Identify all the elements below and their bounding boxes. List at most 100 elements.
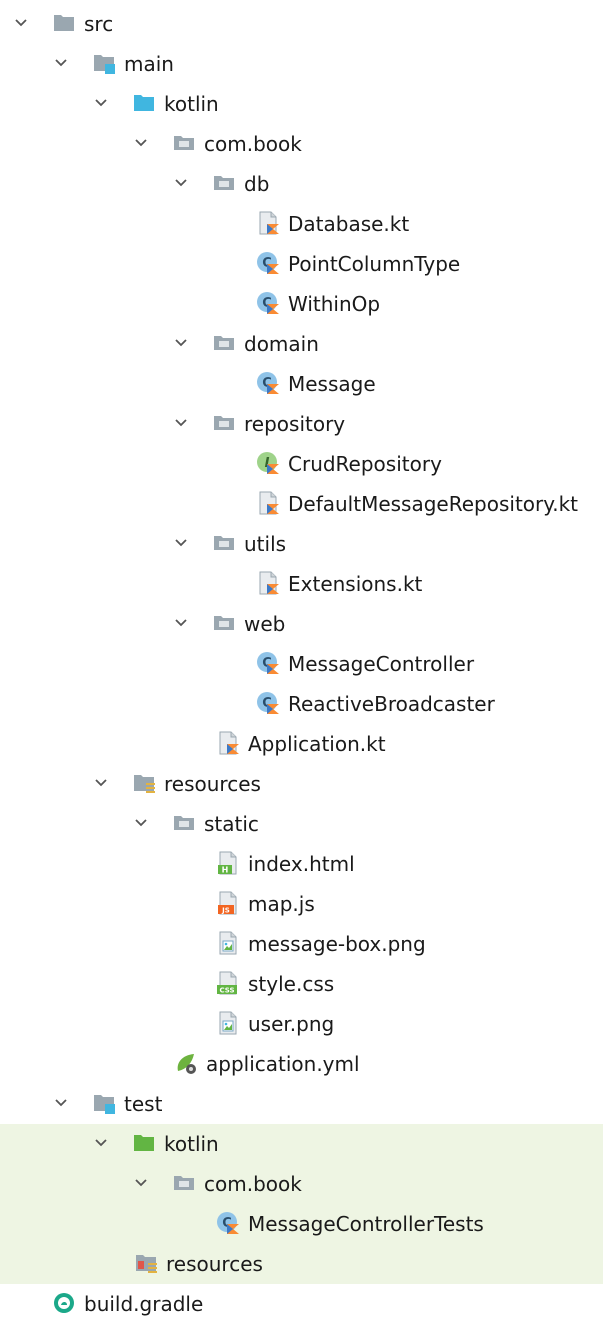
tree-item-label: MessageController	[288, 652, 475, 676]
kotlin-class-icon: C	[256, 651, 280, 675]
tree-item[interactable]: src	[0, 4, 603, 44]
tree-item-label: application.yml	[206, 1052, 360, 1076]
tree-item-label: resources	[166, 1252, 263, 1276]
svg-text:JS: JS	[221, 907, 230, 915]
tree-item-label: src	[84, 12, 114, 36]
tree-item-label: db	[244, 172, 270, 196]
package-icon	[172, 131, 196, 155]
tree-item-label: map.js	[248, 892, 315, 916]
tree-item[interactable]: static	[0, 804, 603, 844]
tree-item-label: utils	[244, 532, 287, 556]
package-icon	[212, 171, 236, 195]
chevron-down-icon[interactable]	[94, 776, 108, 790]
tree-item-label: CrudRepository	[288, 452, 442, 476]
kotlin-class-icon: C	[256, 291, 280, 315]
tree-item[interactable]: application.yml	[0, 1044, 603, 1084]
css-file-icon: CSS	[216, 971, 240, 995]
tree-item-label: main	[124, 52, 174, 76]
chevron-down-icon[interactable]	[14, 16, 28, 30]
tree-item[interactable]: user.png	[0, 1004, 603, 1044]
tree-item-label: com.book	[204, 132, 302, 156]
tree-item[interactable]: C MessageController	[0, 644, 603, 684]
tree-item[interactable]: C ReactiveBroadcaster	[0, 684, 603, 724]
tree-item[interactable]: test	[0, 1084, 603, 1124]
chevron-down-icon[interactable]	[54, 1096, 68, 1110]
chevron-down-icon[interactable]	[174, 616, 188, 630]
chevron-down-icon[interactable]	[94, 1136, 108, 1150]
tree-item-label: static	[204, 812, 259, 836]
tree-item-label: kotlin	[164, 92, 219, 116]
tree-item[interactable]: main	[0, 44, 603, 84]
kotlin-class-icon: C	[256, 371, 280, 395]
tree-item[interactable]: kotlin	[0, 1124, 603, 1164]
tree-item[interactable]: DefaultMessageRepository.kt	[0, 484, 603, 524]
tree-item[interactable]: C MessageControllerTests	[0, 1204, 603, 1244]
chevron-down-icon[interactable]	[174, 416, 188, 430]
chevron-down-icon[interactable]	[134, 136, 148, 150]
tree-item-label: com.book	[204, 1172, 302, 1196]
chevron-down-icon[interactable]	[134, 816, 148, 830]
chevron-down-icon[interactable]	[174, 336, 188, 350]
tree-item[interactable]: kotlin	[0, 84, 603, 124]
tree-item-label: WithinOp	[288, 292, 381, 316]
chevron-down-icon[interactable]	[94, 96, 108, 110]
package-icon	[212, 531, 236, 555]
chevron-down-icon[interactable]	[134, 1176, 148, 1190]
tree-item[interactable]: db	[0, 164, 603, 204]
chevron-down-icon[interactable]	[174, 176, 188, 190]
tree-item-label: repository	[244, 412, 346, 436]
kotlin-interface-icon: I	[256, 451, 280, 475]
tree-item[interactable]: resources	[0, 1244, 603, 1284]
tree-item[interactable]: I CrudRepository	[0, 444, 603, 484]
tree-item-label: resources	[164, 772, 261, 796]
tree-item[interactable]: Database.kt	[0, 204, 603, 244]
kotlin-file-icon	[256, 571, 280, 595]
tree-item[interactable]: CSS style.css	[0, 964, 603, 1004]
tree-item-label: web	[244, 612, 286, 636]
tree-item[interactable]: utils	[0, 524, 603, 564]
kotlin-class-icon: C	[216, 1211, 240, 1235]
svg-text:CSS: CSS	[219, 987, 234, 995]
test-resources-folder-icon	[134, 1251, 158, 1275]
tree-item-label: domain	[244, 332, 319, 356]
tree-item[interactable]: build.gradle	[0, 1284, 603, 1324]
tree-item[interactable]: C PointColumnType	[0, 244, 603, 284]
tree-item-label: PointColumnType	[288, 252, 461, 276]
tree-item[interactable]: Application.kt	[0, 724, 603, 764]
tree-item-label: style.css	[248, 972, 335, 996]
source-set-folder-icon	[92, 51, 116, 75]
chevron-down-icon[interactable]	[54, 56, 68, 70]
tree-item[interactable]: com.book	[0, 1164, 603, 1204]
package-icon	[212, 611, 236, 635]
gradle-icon	[52, 1291, 76, 1315]
tree-item[interactable]: H index.html	[0, 844, 603, 884]
tree-item-label: user.png	[248, 1012, 335, 1036]
package-icon	[212, 411, 236, 435]
kotlin-class-icon: C	[256, 691, 280, 715]
kotlin-file-icon	[216, 731, 240, 755]
package-icon	[172, 811, 196, 835]
tree-item-label: DefaultMessageRepository.kt	[288, 492, 579, 516]
tree-item[interactable]: Extensions.kt	[0, 564, 603, 604]
package-icon	[212, 331, 236, 355]
tree-item-label: MessageControllerTests	[248, 1212, 484, 1236]
tree-item[interactable]: web	[0, 604, 603, 644]
tree-item-label: index.html	[248, 852, 355, 876]
tree-item[interactable]: message-box.png	[0, 924, 603, 964]
tree-item-label: message-box.png	[248, 932, 426, 956]
tree-item-label: build.gradle	[84, 1292, 204, 1316]
resources-folder-icon	[132, 771, 156, 795]
tree-item[interactable]: JS map.js	[0, 884, 603, 924]
svg-text:H: H	[222, 866, 229, 875]
tree-item[interactable]: repository	[0, 404, 603, 444]
tree-item[interactable]: C WithinOp	[0, 284, 603, 324]
tree-item[interactable]: domain	[0, 324, 603, 364]
tree-item-label: Application.kt	[248, 732, 386, 756]
tree-item[interactable]: resources	[0, 764, 603, 804]
tree-item-label: test	[124, 1092, 163, 1116]
tree-item[interactable]: C Message	[0, 364, 603, 404]
tree-item[interactable]: com.book	[0, 124, 603, 164]
spring-config-icon	[174, 1051, 198, 1075]
chevron-down-icon[interactable]	[174, 536, 188, 550]
kotlin-class-icon: C	[256, 251, 280, 275]
